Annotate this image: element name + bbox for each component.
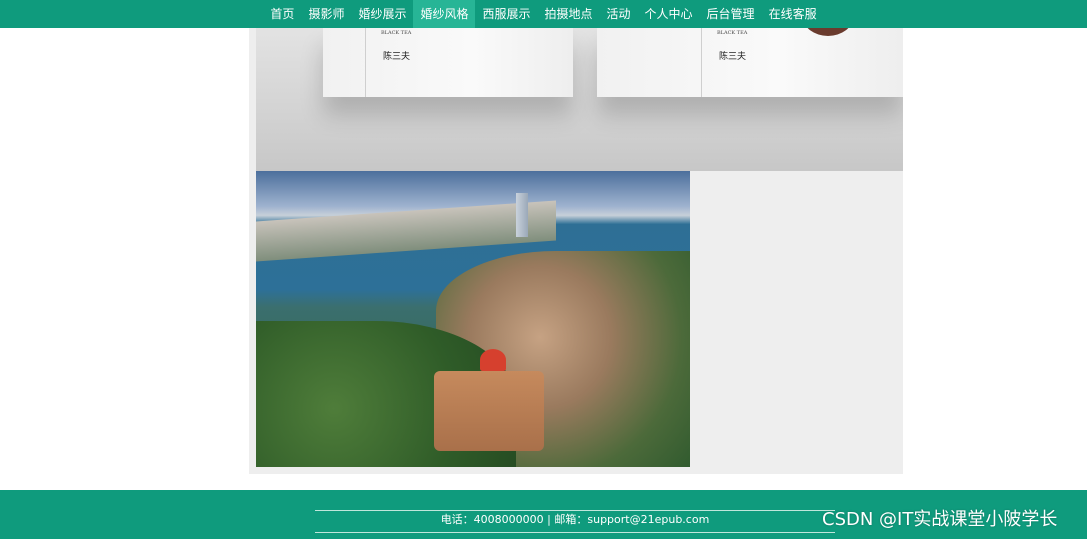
nav-item-wedding-dress-showcase[interactable]: 婚纱展示 <box>351 0 413 28</box>
nav-item-home[interactable]: 首页 <box>263 0 301 28</box>
tea-box-label: BLACK TEA <box>717 30 748 36</box>
tea-box-brand-mark: 陈三夫 <box>719 52 747 62</box>
photo-red-dome <box>480 349 506 371</box>
nav-item-online-service[interactable]: 在线客服 <box>762 0 824 28</box>
nav-item-photographers[interactable]: 摄影师 <box>301 0 351 28</box>
nav-item-suit-showcase[interactable]: 西服展示 <box>475 0 537 28</box>
tea-box-brand-mark: 陈三夫 <box>383 52 411 62</box>
nav-item-personal-center[interactable]: 个人中心 <box>638 0 700 28</box>
top-navbar: 首页 摄影师 婚纱展示 婚纱风格 西服展示 拍摄地点 活动 个人中心 后台管理 … <box>0 0 1087 28</box>
csdn-watermark: CSDN @IT实战课堂小陂学长 <box>822 509 1058 530</box>
tea-box-disc-decoration <box>803 28 853 36</box>
footer-divider-bottom <box>315 532 835 533</box>
photo-shoreline <box>256 200 556 262</box>
photo-twin-towers <box>516 193 528 237</box>
footer-divider-top <box>315 510 835 511</box>
style-detail-content: BLACK TEA 陈三夫 BLACK TEA 陈三夫 <box>249 28 903 474</box>
tea-box-right: BLACK TEA 陈三夫 <box>597 28 903 97</box>
photo-domed-building <box>434 371 544 451</box>
nav-item-shooting-locations[interactable]: 拍摄地点 <box>538 0 600 28</box>
nav-item-admin[interactable]: 后台管理 <box>700 0 762 28</box>
nav-item-wedding-dress-styles[interactable]: 婚纱风格 <box>413 0 476 28</box>
tea-box-left: BLACK TEA 陈三夫 <box>323 28 573 97</box>
city-aerial-photo <box>256 171 690 467</box>
nav-item-activities[interactable]: 活动 <box>600 0 638 28</box>
tea-box-label: BLACK TEA <box>381 30 412 36</box>
tea-box-product-photo: BLACK TEA 陈三夫 BLACK TEA 陈三夫 <box>256 28 903 171</box>
